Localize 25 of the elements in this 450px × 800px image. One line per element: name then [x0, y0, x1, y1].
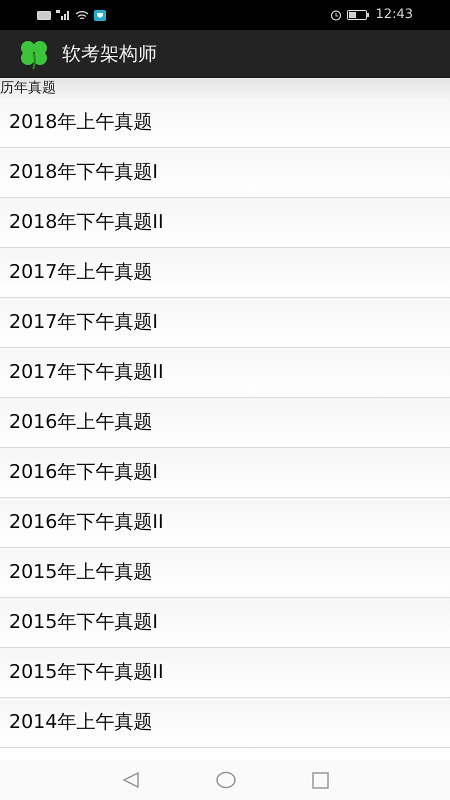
list-item[interactable]: 2014年上午真题: [0, 698, 450, 748]
list-item[interactable]: 2016年下午真题I: [0, 448, 450, 498]
app-title: 软考架构师: [62, 42, 157, 67]
list-item[interactable]: 2015年下午真题I: [0, 598, 450, 648]
wifi-icon: [75, 10, 89, 20]
list-item[interactable]: 2016年上午真题: [0, 398, 450, 448]
battery-icon: [346, 10, 369, 20]
list-item[interactable]: 2017年上午真题: [0, 248, 450, 298]
home-icon[interactable]: [216, 771, 236, 789]
list-item[interactable]: 2018年下午真题II: [0, 198, 450, 248]
list-item[interactable]: 2018年上午真题: [0, 98, 450, 148]
recents-icon[interactable]: [312, 772, 328, 788]
alarm-icon: [330, 9, 342, 21]
list-item[interactable]: 2015年下午真题II: [0, 648, 450, 698]
signal-icon: [56, 10, 70, 20]
section-header: 历年真题: [0, 81, 56, 95]
list-item[interactable]: 2016年下午真题II: [0, 498, 450, 548]
clock-text: 12:43: [376, 6, 413, 24]
back-icon[interactable]: [122, 771, 140, 789]
hd-icon: [37, 10, 51, 20]
list-item[interactable]: 2018年下午真题I: [0, 148, 450, 198]
list-item[interactable]: 2015年上午真题: [0, 548, 450, 598]
shield-icon: [94, 10, 106, 20]
list-item[interactable]: 2017年下午真题I: [0, 298, 450, 348]
list-item[interactable]: 2017年下午真题II: [0, 348, 450, 398]
